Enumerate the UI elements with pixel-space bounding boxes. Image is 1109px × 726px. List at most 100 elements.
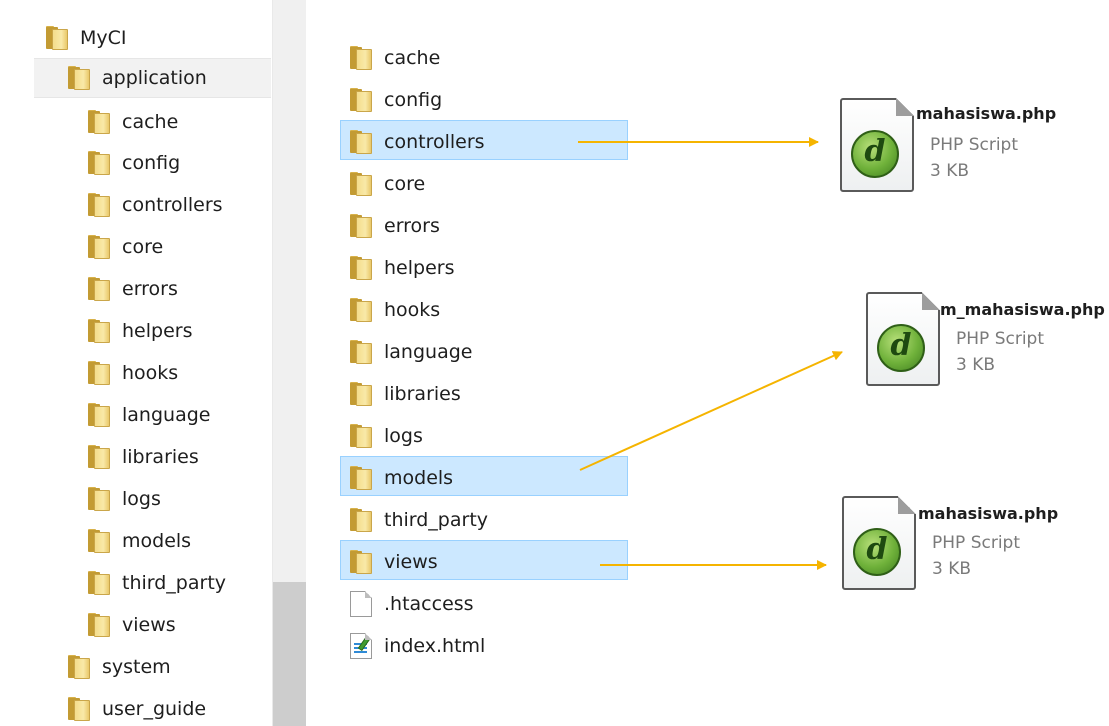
tree-item-label: helpers [122, 320, 193, 342]
folder-item-label: views [384, 551, 438, 573]
tree-item-label: language [122, 404, 211, 426]
folder-icon [88, 110, 110, 134]
folder-icon [350, 298, 372, 322]
folder-icon [350, 466, 372, 490]
tree-item-models[interactable]: models [88, 521, 191, 561]
folder-item-helpers[interactable]: helpers [350, 247, 454, 289]
folder-item-label: libraries [384, 383, 461, 405]
folder-icon [88, 235, 110, 259]
folder-item-label: controllers [384, 131, 485, 153]
tree-item-label: views [122, 614, 176, 636]
php-file-name: mahasiswa.php [916, 104, 1057, 123]
folder-item-models[interactable]: models [350, 457, 453, 499]
folder-icon [350, 508, 372, 532]
folder-icon [88, 571, 110, 595]
folder-icon [350, 88, 372, 112]
folder-icon [46, 26, 68, 50]
tree-item-logs[interactable]: logs [88, 479, 161, 519]
folder-icon [350, 424, 372, 448]
folder-item-label: core [384, 173, 426, 195]
blank-file-icon [350, 591, 372, 617]
tree-item-config[interactable]: config [88, 143, 180, 183]
tree-item-user-guide[interactable]: user_guide [68, 689, 206, 726]
tree-item-label: libraries [122, 446, 199, 468]
tree-item-third-party[interactable]: third_party [88, 563, 226, 603]
tree-item-label: core [122, 236, 164, 258]
php-file-size: 3 KB [932, 559, 972, 579]
file-item-label: index.html [384, 635, 486, 657]
php-file-type: PHP Script [930, 135, 1018, 155]
folder-item-logs[interactable]: logs [350, 415, 423, 457]
tree-item-helpers[interactable]: helpers [88, 311, 192, 351]
folder-item-errors[interactable]: errors [350, 205, 440, 247]
php-script-icon: d [866, 292, 940, 386]
tree-item-label: MyCI [80, 27, 127, 49]
tree-item-errors[interactable]: errors [88, 269, 178, 309]
tree-item-system[interactable]: system [68, 647, 171, 687]
folder-icon [68, 66, 90, 90]
folder-icon [68, 697, 90, 721]
tree-item-label: errors [122, 278, 178, 300]
folder-icon [88, 487, 110, 511]
tree-item-label: hooks [122, 362, 179, 384]
folder-item-libraries[interactable]: libraries [350, 373, 461, 415]
navigation-tree: MyCI application cache config controller… [0, 0, 290, 726]
php-file-size: 3 KB [956, 355, 996, 375]
tree-item-label: models [122, 530, 192, 552]
folder-item-views[interactable]: views [350, 541, 438, 583]
tree-item-label: cache [122, 111, 179, 133]
folder-icon [350, 550, 372, 574]
folder-item-label: language [384, 341, 473, 363]
php-file-type: PHP Script [932, 533, 1020, 553]
tree-item-controllers[interactable]: controllers [88, 185, 223, 225]
tree-item-core[interactable]: core [88, 227, 163, 267]
tree-item-label: application [102, 67, 207, 89]
scrollbar-thumb[interactable] [273, 582, 306, 726]
folder-item-label: helpers [384, 257, 455, 279]
folder-item-hooks[interactable]: hooks [350, 289, 440, 331]
tree-item-cache[interactable]: cache [88, 102, 178, 142]
file-item-label: .htaccess [384, 593, 474, 615]
folder-item-controllers[interactable]: controllers [350, 121, 485, 163]
folder-icon [88, 445, 110, 469]
tree-item-application[interactable]: application [34, 58, 271, 98]
folder-item-label: hooks [384, 299, 441, 321]
folder-item-label: cache [384, 47, 441, 69]
folder-icon [350, 172, 372, 196]
tree-item-myci[interactable]: MyCI [46, 18, 127, 58]
tree-item-views[interactable]: views [88, 605, 176, 645]
file-item-index-html[interactable]: index.html [350, 625, 485, 667]
folder-item-config[interactable]: config [350, 79, 442, 121]
folder-icon [88, 151, 110, 175]
folder-icon [68, 655, 90, 679]
tree-scrollbar[interactable] [272, 0, 306, 726]
folder-icon [88, 319, 110, 343]
folder-icon [350, 130, 372, 154]
php-file-name: m_mahasiswa.php [940, 300, 1105, 319]
php-script-icon: d [840, 98, 914, 192]
php-file-name: mahasiswa.php [918, 504, 1059, 523]
tree-item-language[interactable]: language [88, 395, 210, 435]
folder-icon [88, 193, 110, 217]
folder-icon [350, 340, 372, 364]
folder-item-language[interactable]: language [350, 331, 472, 373]
folder-icon [88, 613, 110, 637]
html-file-icon [350, 633, 372, 659]
tree-item-label: logs [122, 488, 161, 510]
file-item-htaccess[interactable]: .htaccess [350, 583, 474, 625]
folder-icon [88, 277, 110, 301]
folder-item-core[interactable]: core [350, 163, 425, 205]
tree-item-libraries[interactable]: libraries [88, 437, 199, 477]
php-script-icon: d [842, 496, 916, 590]
folder-icon [350, 46, 372, 70]
tree-item-hooks[interactable]: hooks [88, 353, 178, 393]
folder-item-label: models [384, 467, 454, 489]
folder-icon [350, 382, 372, 406]
folder-item-cache[interactable]: cache [350, 37, 440, 79]
folder-item-label: errors [384, 215, 440, 237]
tree-item-label: user_guide [102, 698, 207, 720]
folder-item-third-party[interactable]: third_party [350, 499, 488, 541]
tree-item-label: config [122, 152, 181, 174]
php-file-size: 3 KB [930, 161, 970, 181]
php-file-type: PHP Script [956, 329, 1044, 349]
